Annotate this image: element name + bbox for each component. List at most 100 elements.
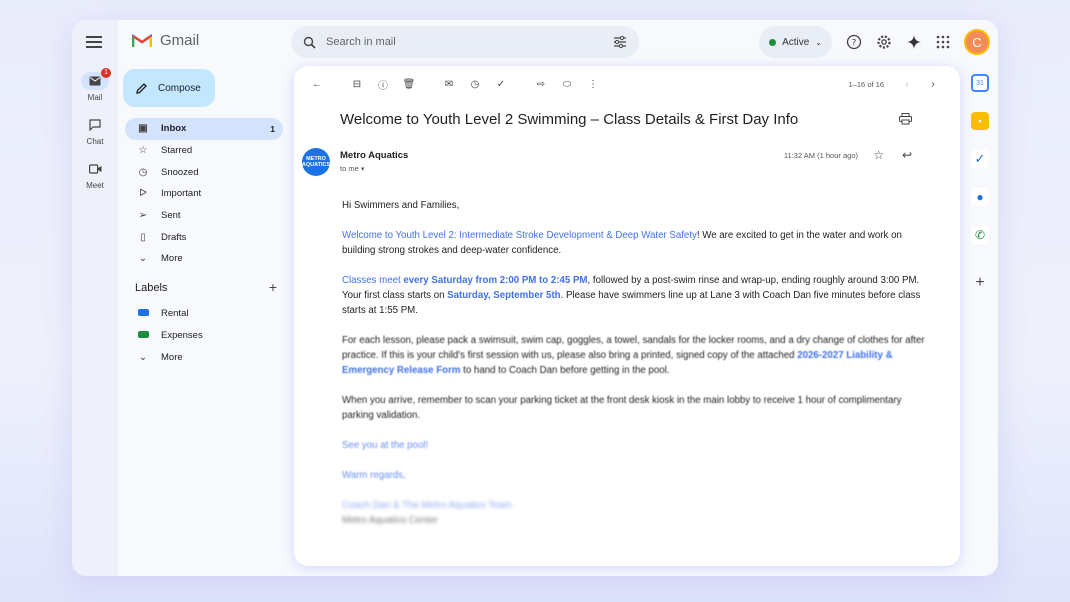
pencil-icon: [136, 82, 147, 94]
delete-icon[interactable]: 🗑: [396, 73, 422, 95]
email-subject: Welcome to Youth Level 2 Swimming – Clas…: [340, 111, 799, 128]
nav-drafts[interactable]: ▯ Drafts: [125, 226, 283, 248]
voice-icon[interactable]: ✆: [971, 226, 989, 244]
nav-starred-label: Starred: [161, 145, 193, 157]
apps-grid-icon[interactable]: [936, 35, 950, 49]
svg-text:?: ?: [852, 39, 857, 49]
gemini-sparkle-icon[interactable]: [906, 34, 922, 50]
labels-more[interactable]: ⌄ More: [125, 346, 283, 368]
status-label: Active: [782, 36, 810, 48]
main-menu-icon[interactable]: [86, 36, 102, 48]
paragraph-1: Welcome to Youth Level 2: Intermediate S…: [342, 228, 930, 258]
account-avatar[interactable]: C: [964, 29, 990, 55]
gmail-m-icon: [132, 33, 152, 47]
app-rail: 1 Mail Chat Meet: [72, 20, 118, 576]
sender-avatar: METRO AQUATICS: [302, 148, 330, 176]
label-icon[interactable]: ⬭: [554, 73, 580, 95]
compose-label: Compose: [158, 82, 201, 94]
rail-meet-label: Meet: [86, 181, 104, 190]
label-rental[interactable]: Rental: [125, 303, 283, 325]
compose-button[interactable]: Compose: [123, 69, 215, 107]
add-app-icon[interactable]: +: [971, 274, 989, 292]
email-time: 11:32 AM (1 hour ago): [783, 151, 858, 160]
archive-icon[interactable]: ⊟: [344, 73, 370, 95]
mail-nav: ▣ Inbox 1 ☆ Starred ◷ Snoozed ᐅ Importan…: [125, 118, 283, 270]
labels-header: Labels +: [135, 280, 277, 294]
header-actions: Active ⌄ ? C: [759, 26, 990, 58]
reply-icon[interactable]: ↩: [902, 148, 912, 162]
snooze-icon[interactable]: ◷: [462, 73, 488, 95]
paragraph-5: See you at the pool!: [342, 440, 429, 451]
help-icon[interactable]: ?: [846, 34, 862, 50]
clock-icon: ◷: [138, 166, 148, 178]
rail-mail[interactable]: 1 Mail: [72, 68, 118, 102]
chat-icon: [89, 119, 101, 131]
p2-part-d: Saturday, September 5th: [447, 290, 561, 301]
next-page-icon[interactable]: ›: [920, 73, 946, 95]
labels-list: Rental Expenses ⌄ More: [125, 303, 283, 368]
nav-starred[interactable]: ☆ Starred: [125, 140, 283, 162]
nav-snoozed[interactable]: ◷ Snoozed: [125, 161, 283, 183]
paragraph-3: For each lesson, please pack a swimsuit,…: [342, 333, 930, 378]
side-apps-panel: 31 ▪ ✓ ● ✆ +: [962, 66, 998, 536]
label-tag-icon: [135, 308, 151, 319]
nav-sent[interactable]: ➢ Sent: [125, 205, 283, 227]
add-task-icon[interactable]: ✓: [488, 73, 514, 95]
star-icon[interactable]: ☆: [873, 148, 884, 162]
sign-off: Warm regards,: [342, 470, 406, 481]
chevron-down-icon: ⌄: [815, 37, 822, 47]
rail-chat-label: Chat: [86, 137, 104, 146]
contacts-icon[interactable]: ●: [971, 188, 989, 206]
mark-unread-icon[interactable]: ✉: [436, 73, 462, 95]
search-options-icon[interactable]: [613, 36, 627, 48]
signature-line-1: Coach Dan & The Metro Aquatics Team: [342, 500, 512, 511]
label-tag-icon: [135, 330, 151, 341]
labels-more-text: More: [161, 351, 183, 363]
label-expenses-text: Expenses: [161, 330, 203, 342]
rail-chat[interactable]: Chat: [72, 116, 118, 146]
keep-icon[interactable]: ▪: [971, 112, 989, 130]
chevron-down-icon: ⌄: [138, 253, 148, 265]
status-dropdown[interactable]: Active ⌄: [759, 26, 832, 58]
nav-sent-label: Sent: [161, 210, 181, 222]
nav-important[interactable]: ᐅ Important: [125, 183, 283, 205]
inbox-count: 1: [270, 123, 275, 134]
video-icon: [88, 164, 101, 174]
back-arrow-icon[interactable]: ←: [304, 73, 330, 95]
move-to-icon[interactable]: ⇨: [528, 73, 554, 95]
signature-line-2: Metro Aquatics Center: [342, 515, 438, 526]
tasks-icon[interactable]: ✓: [971, 150, 989, 168]
p3-part-c: to hand to Coach Dan before getting in t…: [460, 365, 670, 376]
recipient-line[interactable]: to me ▾: [340, 164, 364, 173]
print-icon[interactable]: [899, 113, 912, 125]
app-name: Gmail: [160, 32, 200, 49]
prev-page-icon[interactable]: ‹: [894, 73, 920, 95]
chevron-down-icon: ⌄: [138, 351, 148, 363]
nav-more[interactable]: ⌄ More: [125, 248, 283, 270]
nav-inbox-label: Inbox: [161, 123, 187, 135]
more-vert-icon[interactable]: ⋮: [580, 73, 606, 95]
rail-mail-label: Mail: [87, 93, 103, 102]
sender-name[interactable]: Metro Aquatics: [340, 150, 408, 161]
calendar-icon[interactable]: 31: [971, 74, 989, 92]
greeting: Hi Swimmers and Families,: [342, 200, 460, 211]
recipient-text: to me: [340, 164, 359, 173]
nav-inbox[interactable]: ▣ Inbox 1: [125, 118, 283, 140]
send-icon: ➢: [138, 210, 148, 222]
label-expenses[interactable]: Expenses: [125, 325, 283, 347]
nav-important-label: Important: [161, 188, 202, 200]
message-toolbar: ← ⊟ ⓘ 🗑 ✉ ◷ ✓ ⇨ ⬭ ⋮ 1–16 of 16 ‹ ›: [304, 72, 946, 96]
rail-meet[interactable]: Meet: [72, 160, 118, 190]
paragraph-4: When you arrive, remember to scan your p…: [342, 395, 902, 421]
pager-text: 1–16 of 16: [848, 79, 884, 89]
search-input[interactable]: Search in mail: [326, 36, 613, 48]
message-reader: ← ⊟ ⓘ 🗑 ✉ ◷ ✓ ⇨ ⬭ ⋮ 1–16 of 16 ‹ › Welco…: [294, 66, 960, 566]
search-icon: [303, 36, 316, 49]
add-label-icon[interactable]: +: [269, 280, 277, 294]
report-spam-icon[interactable]: ⓘ: [370, 73, 396, 95]
gmail-logo[interactable]: Gmail: [132, 32, 199, 49]
gear-icon[interactable]: [876, 34, 892, 50]
inbox-icon: ▣: [138, 123, 148, 135]
search-bar[interactable]: Search in mail: [291, 26, 639, 58]
status-dot: [769, 38, 777, 46]
